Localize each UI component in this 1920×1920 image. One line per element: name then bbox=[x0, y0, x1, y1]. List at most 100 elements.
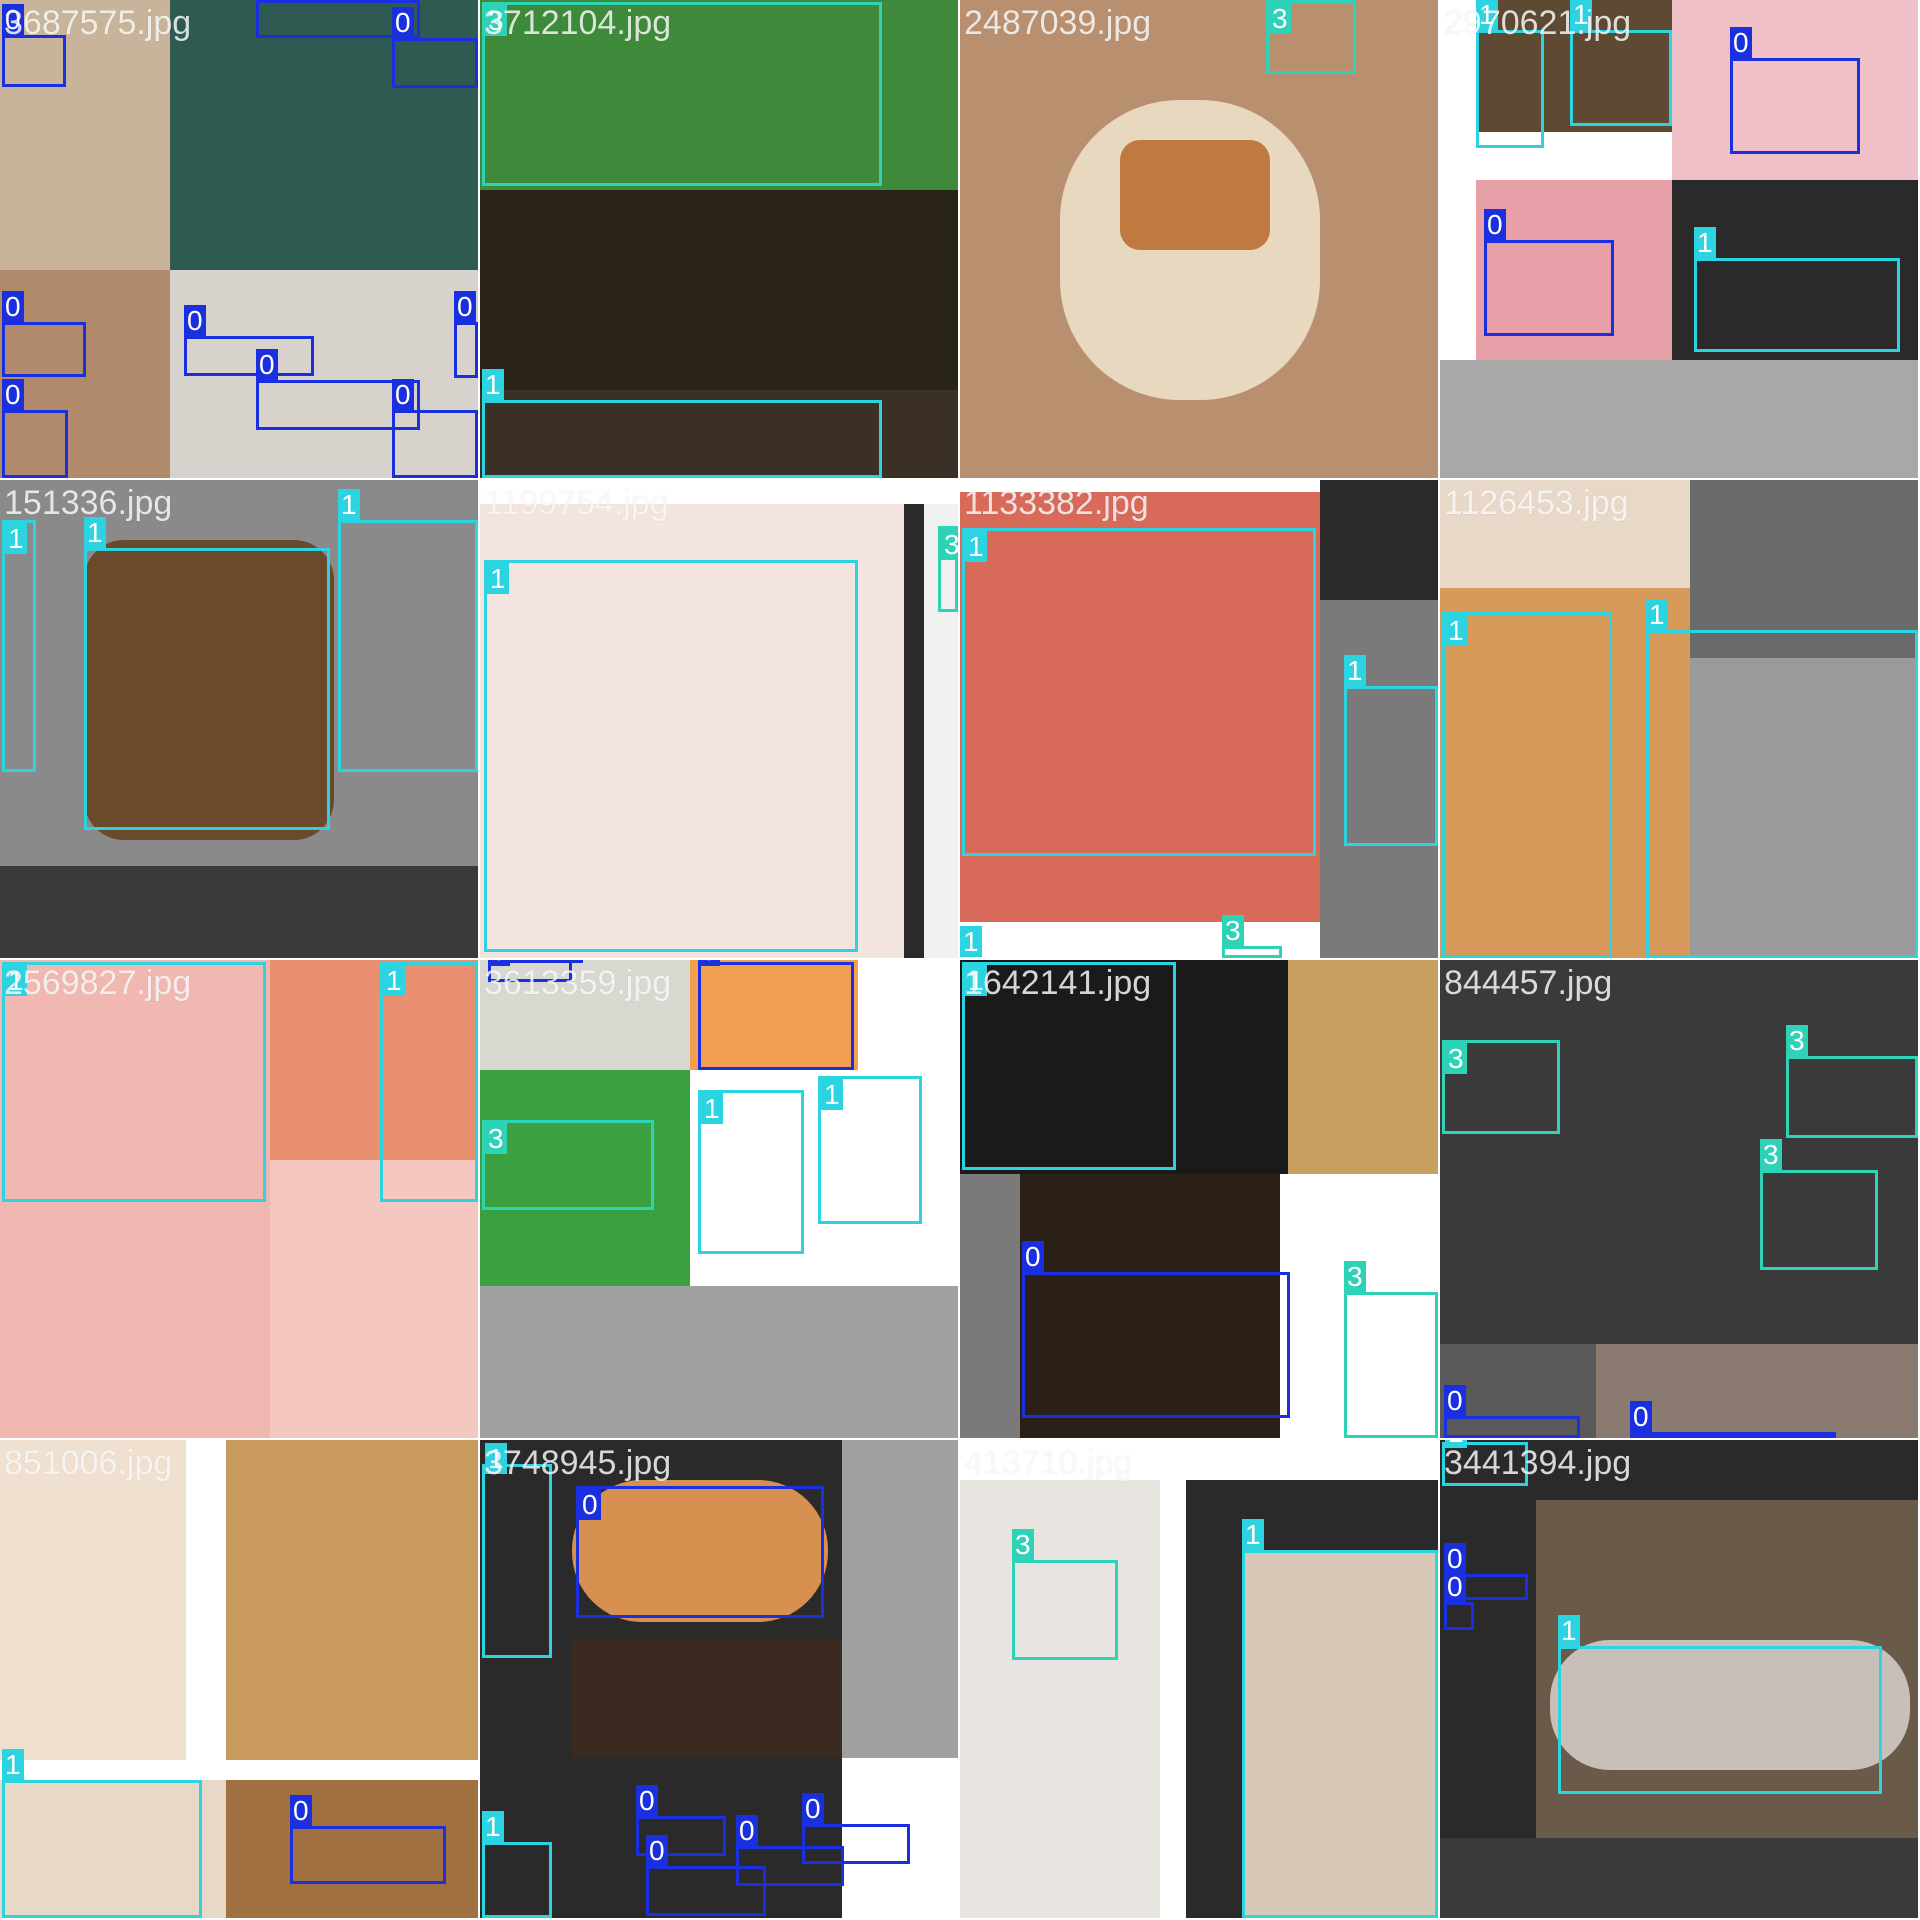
class-label: 1 bbox=[338, 489, 360, 520]
photo-patch bbox=[480, 1286, 958, 1438]
mosaic-tile-8: 1126453.jpg 1 1 bbox=[1440, 480, 1918, 958]
tile-filename: 3712104.jpg bbox=[484, 4, 672, 42]
photo-patch bbox=[904, 504, 924, 958]
detection-box: 1 bbox=[482, 1443, 552, 1658]
detection-box: 0 bbox=[2, 4, 66, 87]
detection-box: 1 bbox=[482, 369, 882, 478]
tile-filename: 3687575.jpg bbox=[4, 4, 192, 42]
mosaic-tile-10: 3613359.jpg 0 0 0 3 1 1 bbox=[480, 960, 958, 1438]
class-label: 0 bbox=[636, 1785, 658, 1816]
photo-patch bbox=[1120, 140, 1270, 250]
class-label: 0 bbox=[2, 291, 24, 322]
detection-box: 1 bbox=[818, 1076, 922, 1224]
class-label: 0 bbox=[454, 291, 476, 322]
class-label: 3 bbox=[1445, 1043, 1467, 1074]
class-label: 0 bbox=[1444, 1571, 1466, 1602]
class-label: 1 bbox=[383, 965, 405, 996]
detection-box: 1 bbox=[698, 1090, 804, 1254]
detection-box: 0 bbox=[1022, 1241, 1290, 1418]
mosaic-tile-14: 3748945.jpg 1 0 1 0 0 0 0 0 bbox=[480, 1440, 958, 1918]
detection-box: 1 bbox=[484, 560, 858, 952]
detection-box: 0 bbox=[1730, 27, 1860, 154]
class-label: 3 bbox=[485, 1123, 507, 1154]
tile-filename: 1199754.jpg bbox=[484, 484, 669, 522]
mosaic-tile-3: 2487039.jpg 3 bbox=[960, 0, 1438, 478]
detection-box: 1 bbox=[1242, 1519, 1438, 1918]
class-label: 1 bbox=[965, 531, 987, 562]
class-label: 1 bbox=[1558, 1615, 1580, 1646]
tile-filename: 3613359.jpg bbox=[484, 964, 672, 1002]
tile-filename: 1642141.jpg bbox=[964, 964, 1152, 1002]
class-label: 0 bbox=[1484, 209, 1506, 240]
tile-filename: 3748945.jpg bbox=[484, 1444, 672, 1482]
class-label: 1 bbox=[1242, 1519, 1264, 1550]
class-label: 0 bbox=[1730, 27, 1752, 58]
mosaic-tile-16: 3441394.jpg 1 0 0 0 1 bbox=[1440, 1440, 1918, 1918]
class-label: 0 bbox=[561, 960, 583, 963]
detection-box: 1 bbox=[1344, 655, 1438, 846]
detection-box: 1 bbox=[1442, 612, 1612, 958]
class-label: 3 bbox=[1269, 3, 1291, 34]
mosaic-tile-4: 2970621.jpg 1 1 0 0 1 bbox=[1440, 0, 1918, 478]
detection-box: 3 bbox=[1012, 1529, 1118, 1660]
detection-box: 0 bbox=[698, 960, 854, 1070]
photo-patch bbox=[1320, 480, 1438, 600]
mosaic-tile-7: 1133382.jpg 1 1 1 3 bbox=[960, 480, 1438, 958]
class-label: 1 bbox=[5, 523, 27, 554]
detection-box: 0 bbox=[1484, 209, 1614, 336]
class-label: 1 bbox=[1344, 655, 1366, 686]
mosaic-tile-2: 3712104.jpg 3 1 bbox=[480, 0, 958, 478]
photo-patch bbox=[960, 1174, 1020, 1438]
class-label: 0 bbox=[256, 349, 278, 380]
tile-filename: 413710.jpg bbox=[964, 1444, 1133, 1482]
detection-box: 0 bbox=[454, 291, 478, 378]
mosaic-tile-5: 151336.jpg 1 1 1 bbox=[0, 480, 478, 958]
photo-patch bbox=[480, 190, 958, 390]
class-label: 1 bbox=[1694, 227, 1716, 258]
mosaic-tile-1: 3687575.jpg 0 0 0 0 0 0 0 0 0 bbox=[0, 0, 478, 478]
class-label: 3 bbox=[1012, 1529, 1034, 1560]
detection-box: 0 bbox=[2, 379, 68, 478]
detection-box: 3 bbox=[938, 526, 958, 612]
tile-filename: 2569827.jpg bbox=[4, 964, 192, 1002]
class-label: 3 bbox=[1760, 1139, 1782, 1170]
detection-box: 3 bbox=[482, 1120, 654, 1210]
detection-box: 3 bbox=[1786, 1025, 1918, 1138]
detection-box: 1 bbox=[1558, 1615, 1882, 1794]
photo-patch bbox=[226, 1440, 478, 1760]
class-label: 3 bbox=[1222, 915, 1244, 946]
class-label: 0 bbox=[1444, 1543, 1466, 1574]
detection-box: 1 bbox=[2, 520, 36, 772]
detection-box: 0 bbox=[576, 1486, 824, 1618]
class-label: 0 bbox=[392, 7, 414, 38]
class-label: 0 bbox=[1022, 1241, 1044, 1272]
class-label: 1 bbox=[487, 563, 509, 594]
mosaic-grid: 3687575.jpg 0 0 0 0 0 0 0 0 0 3712104.jp… bbox=[0, 0, 1920, 1920]
tile-filename: 3441394.jpg bbox=[1444, 1444, 1632, 1482]
detection-box: 3 bbox=[1222, 915, 1282, 958]
class-label: 1 bbox=[482, 369, 504, 400]
class-label: 1 bbox=[482, 1811, 504, 1842]
detection-box: 3 bbox=[1442, 1040, 1560, 1134]
detection-box: 1 bbox=[1476, 0, 1544, 148]
photo-patch bbox=[572, 1640, 842, 1758]
class-label: 0 bbox=[802, 1793, 824, 1824]
class-label: 3 bbox=[1344, 1261, 1366, 1292]
class-label: 0 bbox=[290, 1795, 312, 1826]
class-label: 0 bbox=[736, 1815, 758, 1846]
photo-patch bbox=[1440, 960, 1918, 1344]
tile-filename: 1126453.jpg bbox=[1444, 484, 1629, 522]
detection-box: 0 bbox=[184, 305, 314, 376]
class-label: 0 bbox=[2, 379, 24, 410]
tile-filename: 844457.jpg bbox=[1444, 964, 1613, 1002]
photo-patch bbox=[1440, 360, 1918, 478]
detection-box: 0 bbox=[2, 291, 86, 377]
class-label: 1 bbox=[1646, 599, 1668, 630]
tile-filename: 1133382.jpg bbox=[964, 484, 1149, 522]
detection-box: 3 bbox=[1266, 0, 1356, 74]
mosaic-tile-11: 1642141.jpg 1 0 3 bbox=[960, 960, 1438, 1438]
mosaic-tile-9: 2569827.jpg 1 1 bbox=[0, 960, 478, 1438]
detection-box: 0 bbox=[646, 1835, 766, 1916]
detection-box: 0 bbox=[1444, 1571, 1474, 1630]
class-label: 1 bbox=[701, 1093, 723, 1124]
